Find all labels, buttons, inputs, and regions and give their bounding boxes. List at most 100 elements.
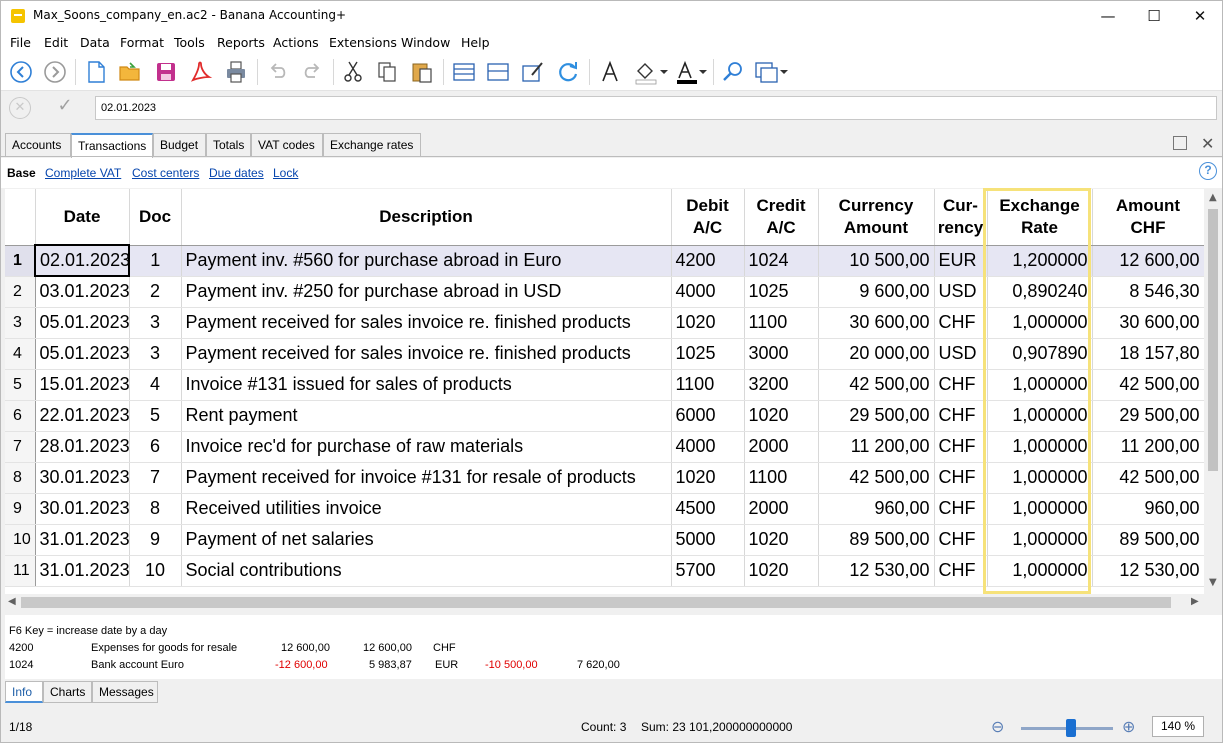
table-row[interactable]: 3 05.01.2023 3 Payment received for sale… — [5, 307, 1204, 339]
row-number[interactable]: 8 — [5, 462, 36, 494]
tab-budget[interactable]: Budget — [153, 133, 206, 157]
back-icon[interactable] — [8, 59, 34, 85]
row-number[interactable]: 10 — [5, 524, 36, 556]
debit-cell[interactable]: 1020 — [671, 307, 745, 339]
amount-chf-cell[interactable]: 30 600,00 — [1092, 307, 1204, 339]
menu-edit[interactable]: Edit — [44, 35, 68, 50]
date-cell[interactable]: 28.01.2023 — [35, 431, 130, 463]
description-cell[interactable]: Invoice rec'd for purchase of raw materi… — [181, 431, 672, 463]
currency-cell[interactable]: CHF — [934, 462, 988, 494]
row-number[interactable]: 4 — [5, 338, 36, 370]
currency-cell[interactable]: CHF — [934, 493, 988, 525]
table-row[interactable]: 5 15.01.2023 4 Invoice #131 issued for s… — [5, 369, 1204, 401]
credit-cell[interactable]: 3200 — [744, 369, 819, 401]
scroll-up-icon[interactable]: ▲ — [1209, 192, 1217, 203]
debit-cell[interactable]: 1100 — [671, 369, 745, 401]
credit-cell[interactable]: 2000 — [744, 431, 819, 463]
text-color-icon[interactable] — [674, 59, 710, 85]
amount-chf-cell[interactable]: 8 546,30 — [1092, 276, 1204, 308]
scroll-right-icon[interactable]: ▶ — [1191, 596, 1199, 607]
currency-amount-cell[interactable]: 11 200,00 — [818, 431, 935, 463]
confirm-edit-icon[interactable]: ✓ — [53, 95, 77, 119]
table-row[interactable]: 2 03.01.2023 2 Payment inv. #250 for pur… — [5, 276, 1204, 308]
debit-cell[interactable]: 4200 — [671, 245, 745, 277]
credit-cell[interactable]: 1024 — [744, 245, 819, 277]
cell-content-input[interactable]: 02.01.2023 — [95, 96, 1217, 120]
menu-actions[interactable]: Actions — [273, 35, 319, 50]
currency-amount-cell[interactable]: 10 500,00 — [818, 245, 935, 277]
print-icon[interactable] — [223, 59, 249, 85]
debit-cell[interactable]: 6000 — [671, 400, 745, 432]
vertical-scrollbar[interactable]: ▲ ▼ — [1204, 189, 1222, 594]
minimize-button[interactable]: — — [1085, 1, 1131, 33]
exchange-rate-cell[interactable]: 0,890240 — [987, 276, 1093, 308]
currency-cell[interactable]: CHF — [934, 431, 988, 463]
exchange-rate-cell[interactable]: 1,000000 — [987, 307, 1093, 339]
amount-chf-cell[interactable]: 12 600,00 — [1092, 245, 1204, 277]
row-number[interactable]: 9 — [5, 493, 36, 525]
exchange-rate-cell[interactable]: 0,907890 — [987, 338, 1093, 370]
description-cell[interactable]: Received utilities invoice — [181, 493, 672, 525]
doc-cell[interactable]: 2 — [129, 276, 182, 308]
tab-totals[interactable]: Totals — [206, 133, 251, 157]
copy-icon[interactable] — [374, 59, 400, 85]
credit-cell[interactable]: 1020 — [744, 400, 819, 432]
amount-chf-cell[interactable]: 18 157,80 — [1092, 338, 1204, 370]
currency-cell[interactable]: EUR — [934, 245, 988, 277]
exchange-rate-cell[interactable]: 1,000000 — [987, 400, 1093, 432]
credit-cell[interactable]: 1020 — [744, 555, 819, 587]
header-currency[interactable]: Cur-rency — [934, 189, 988, 246]
currency-amount-cell[interactable]: 42 500,00 — [818, 462, 935, 494]
debit-cell[interactable]: 4000 — [671, 431, 745, 463]
menu-help[interactable]: Help — [461, 35, 490, 50]
amount-chf-cell[interactable]: 42 500,00 — [1092, 462, 1204, 494]
tab-exchange-rates[interactable]: Exchange rates — [323, 133, 421, 157]
exchange-rate-cell[interactable]: 1,000000 — [987, 555, 1093, 587]
debit-cell[interactable]: 1020 — [671, 462, 745, 494]
amount-chf-cell[interactable]: 960,00 — [1092, 493, 1204, 525]
exchange-rate-cell[interactable]: 1,200000 — [987, 245, 1093, 277]
description-cell[interactable]: Payment received for sales invoice re. f… — [181, 338, 672, 370]
currency-amount-cell[interactable]: 42 500,00 — [818, 369, 935, 401]
currency-amount-cell[interactable]: 12 530,00 — [818, 555, 935, 587]
doc-cell[interactable]: 9 — [129, 524, 182, 556]
description-cell[interactable]: Payment inv. #560 for purchase abroad in… — [181, 245, 672, 277]
exchange-rate-cell[interactable]: 1,000000 — [987, 369, 1093, 401]
credit-cell[interactable]: 2000 — [744, 493, 819, 525]
view-due-dates[interactable]: Due dates — [209, 166, 264, 180]
row-number[interactable]: 6 — [5, 400, 36, 432]
credit-cell[interactable]: 1020 — [744, 524, 819, 556]
table-row[interactable]: 11 31.01.2023 10 Social contributions 57… — [5, 555, 1204, 587]
edit-rows-icon[interactable] — [520, 59, 546, 85]
date-cell[interactable]: 31.01.2023 — [35, 524, 130, 556]
view-lock[interactable]: Lock — [273, 166, 298, 180]
row-number[interactable]: 3 — [5, 307, 36, 339]
table-row[interactable]: 7 28.01.2023 6 Invoice rec'd for purchas… — [5, 431, 1204, 463]
doc-cell[interactable]: 8 — [129, 493, 182, 525]
doc-cell[interactable]: 3 — [129, 307, 182, 339]
amount-chf-cell[interactable]: 11 200,00 — [1092, 431, 1204, 463]
tab-info[interactable]: Info — [5, 681, 43, 703]
header-debit-ac[interactable]: Debit A/C — [671, 189, 745, 246]
currency-cell[interactable]: CHF — [934, 524, 988, 556]
doc-cell[interactable]: 6 — [129, 431, 182, 463]
currency-amount-cell[interactable]: 9 600,00 — [818, 276, 935, 308]
currency-amount-cell[interactable]: 30 600,00 — [818, 307, 935, 339]
menu-extensions[interactable]: Extensions — [329, 35, 397, 50]
credit-cell[interactable]: 1100 — [744, 307, 819, 339]
undo-icon[interactable] — [265, 59, 291, 85]
date-cell[interactable]: 03.01.2023 — [35, 276, 130, 308]
description-cell[interactable]: Social contributions — [181, 555, 672, 587]
fill-color-icon[interactable] — [633, 59, 669, 85]
exchange-rate-cell[interactable]: 1,000000 — [987, 431, 1093, 463]
menu-reports[interactable]: Reports — [217, 35, 265, 50]
tab-charts[interactable]: Charts — [43, 681, 92, 703]
row-number[interactable]: 2 — [5, 276, 36, 308]
description-cell[interactable]: Payment inv. #250 for purchase abroad in… — [181, 276, 672, 308]
description-cell[interactable]: Invoice #131 issued for sales of product… — [181, 369, 672, 401]
open-folder-icon[interactable] — [117, 59, 143, 85]
menu-data[interactable]: Data — [80, 35, 110, 50]
forward-icon[interactable] — [42, 59, 68, 85]
menu-window[interactable]: Window — [401, 35, 450, 50]
exchange-rate-cell[interactable]: 1,000000 — [987, 524, 1093, 556]
